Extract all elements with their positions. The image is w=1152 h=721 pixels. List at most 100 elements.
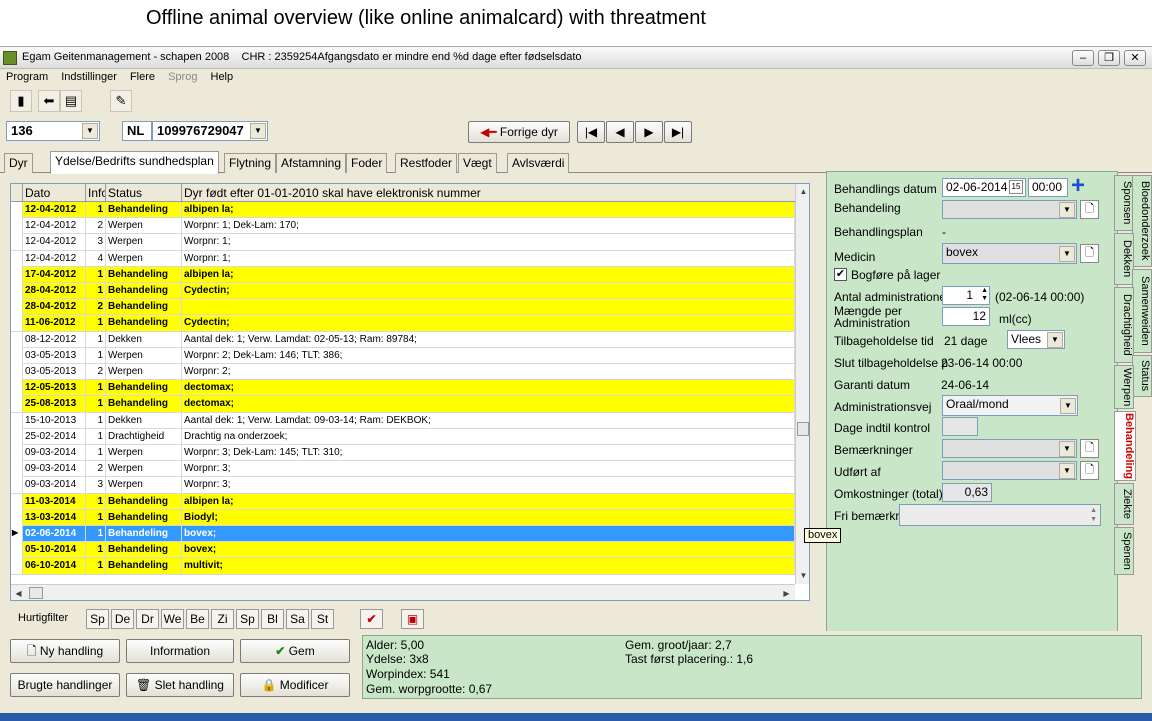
- vtab-drachtigheid[interactable]: Drachtigheid: [1114, 287, 1134, 363]
- document-icon[interactable]: 🗋: [1080, 439, 1099, 458]
- exit-door-icon[interactable]: ▮: [10, 90, 32, 112]
- next-record-button[interactable]: ▶: [635, 121, 663, 143]
- menu-sprog[interactable]: Sprog: [168, 71, 197, 83]
- hscroll-thumb[interactable]: [29, 587, 43, 599]
- bem-select[interactable]: ▼: [942, 439, 1077, 458]
- tab-restfoder[interactable]: Restfoder: [395, 153, 458, 173]
- tab-vaegt[interactable]: Vægt: [458, 153, 497, 173]
- dage-field[interactable]: [942, 417, 978, 436]
- table-row[interactable]: 28-04-2012 2 Behandeling: [11, 299, 795, 316]
- new-action-button[interactable]: 🗋 Ny handling: [10, 639, 120, 663]
- filter-sp2[interactable]: Sp: [236, 609, 259, 629]
- antal-spinner[interactable]: 1 ▲ ▼: [942, 286, 990, 305]
- filter-dr[interactable]: Dr: [136, 609, 159, 629]
- tab-ydelse[interactable]: Ydelse/Bedrifts sundhedsplan: [50, 151, 219, 174]
- col-header-status[interactable]: Status: [106, 184, 182, 202]
- omk-field[interactable]: 0,63: [942, 483, 992, 502]
- behandeling-select[interactable]: ▼: [942, 200, 1077, 219]
- maengde-field[interactable]: 12: [942, 307, 990, 326]
- table-row[interactable]: 12-05-2013 1 Behandeling dectomax;: [11, 380, 795, 397]
- prev-record-button[interactable]: ◀: [606, 121, 634, 143]
- table-row[interactable]: 09-03-2014 2 Werpen Worpnr: 3;: [11, 461, 795, 478]
- menu-help[interactable]: Help: [211, 71, 234, 83]
- tab-foder[interactable]: Foder: [346, 153, 388, 173]
- tab-afstamning[interactable]: Afstamning: [276, 153, 347, 173]
- add-icon[interactable]: +: [1071, 174, 1085, 198]
- vtab-werpen[interactable]: Werpen: [1114, 365, 1134, 409]
- table-row[interactable]: 28-04-2012 1 Behandeling Cydectin;: [11, 283, 795, 300]
- ear-number-combo[interactable]: 109976729047 ▼: [152, 121, 268, 141]
- time-field[interactable]: 00:00: [1028, 178, 1068, 197]
- tilbage-type-select[interactable]: Vlees ▼: [1007, 330, 1065, 349]
- table-row[interactable]: 03-05-2013 2 Werpen Worpnr: 2;: [11, 364, 795, 381]
- spinner-arrows-icon[interactable]: ▲ ▼: [981, 287, 988, 303]
- filter-st[interactable]: St: [311, 609, 334, 629]
- minimize-icon[interactable]: –: [1072, 50, 1094, 66]
- table-row[interactable]: 12-04-2012 2 Werpen Worpnr: 1; Dek-Lam: 170…: [11, 218, 795, 235]
- vtab-bloedonderzoek[interactable]: Bloedonderzoek: [1132, 175, 1152, 267]
- vtab-behandeling[interactable]: Behandeling: [1114, 411, 1136, 481]
- table-row[interactable]: 12-04-2012 4 Werpen Worpnr: 1;: [11, 250, 795, 267]
- chevron-down-icon[interactable]: ▼: [1059, 441, 1075, 457]
- vtab-status[interactable]: Status: [1132, 355, 1152, 397]
- chevron-down-icon[interactable]: ▼: [1047, 332, 1063, 348]
- table-row[interactable]: 17-04-2012 1 Behandeling albipen la;: [11, 266, 795, 283]
- filter-zi[interactable]: Zi: [211, 609, 234, 629]
- vtab-dekken[interactable]: Dekken: [1114, 233, 1134, 285]
- vertical-scrollbar[interactable]: ▲ ▼: [795, 184, 809, 584]
- chevron-down-icon[interactable]: ▼: [1059, 246, 1075, 262]
- back-arrow-icon[interactable]: ⬅: [38, 90, 60, 112]
- spinner-arrows-icon[interactable]: ▲ ▼: [1090, 506, 1097, 524]
- bogfore-checkbox[interactable]: ✔: [834, 268, 847, 281]
- checkmark-icon[interactable]: ✔: [360, 609, 383, 629]
- table-row[interactable]: 15-10-2013 1 Dekken Aantal dek: 1; Verw. La…: [11, 412, 795, 429]
- fri-textarea[interactable]: ▲ ▼: [899, 504, 1101, 526]
- tab-avlsvaerdi[interactable]: Avlsværdi: [507, 153, 570, 173]
- filter-de[interactable]: De: [111, 609, 134, 629]
- close-icon[interactable]: ✕: [1124, 50, 1146, 66]
- table-row[interactable]: 11-06-2012 1 Behandeling Cydectin;: [11, 315, 795, 332]
- scroll-thumb[interactable]: [797, 422, 809, 436]
- first-record-button[interactable]: |◀: [577, 121, 605, 143]
- chevron-down-icon[interactable]: ▼: [82, 123, 98, 139]
- calendar-icon[interactable]: 15: [1009, 180, 1023, 194]
- scroll-right-icon[interactable]: ▶: [779, 586, 794, 600]
- vtab-ziekte[interactable]: Ziekte: [1114, 483, 1134, 525]
- menu-indstillinger[interactable]: Indstillinger: [61, 71, 117, 83]
- chevron-down-icon[interactable]: ▼: [1060, 398, 1076, 414]
- country-code-field[interactable]: NL: [122, 121, 152, 141]
- delete-action-button[interactable]: 🗑 Slet handling: [126, 673, 234, 697]
- col-header-info[interactable]: Info: [86, 184, 106, 202]
- scroll-up-icon[interactable]: ▲: [796, 184, 809, 199]
- behandlings-datum-field[interactable]: 02-06-2014 15: [942, 178, 1026, 197]
- document-icon[interactable]: ▤: [60, 90, 82, 112]
- modify-button[interactable]: 🔒 Modificer: [240, 673, 350, 697]
- table-row[interactable]: 12-04-2012 3 Werpen Worpnr: 1;: [11, 234, 795, 251]
- last-record-button[interactable]: ▶|: [664, 121, 692, 143]
- tab-dyr[interactable]: Dyr: [4, 153, 33, 173]
- chevron-down-icon[interactable]: ▼: [1059, 202, 1075, 218]
- table-row[interactable]: 13-03-2014 1 Behandeling Biodyl;: [11, 509, 795, 526]
- menu-flere[interactable]: Flere: [130, 71, 155, 83]
- chevron-down-icon[interactable]: ▼: [1059, 463, 1075, 479]
- medicin-select[interactable]: bovex ▼: [942, 243, 1077, 264]
- table-row[interactable]: 06-10-2014 1 Behandeling multivit;: [11, 558, 795, 575]
- animal-number-combo[interactable]: 136 ▼: [6, 121, 100, 141]
- table-row[interactable]: 11-03-2014 1 Behandeling albipen la;: [11, 493, 795, 510]
- table-row[interactable]: 25-02-2014 1 Drachtigheid Drachtig na onder…: [11, 428, 795, 445]
- print-icon[interactable]: ▣: [401, 609, 424, 629]
- filter-sp[interactable]: Sp: [86, 609, 109, 629]
- scroll-left-icon[interactable]: ◀: [11, 586, 26, 600]
- previous-animal-button[interactable]: ◀━ Forrige dyr: [468, 121, 570, 143]
- col-header-description[interactable]: Dyr født efter 01-01-2010 skal have elek…: [182, 184, 795, 202]
- document-icon[interactable]: 🗋: [1080, 461, 1099, 480]
- maximize-icon[interactable]: ❐: [1098, 50, 1120, 66]
- document-icon[interactable]: 🗋: [1080, 244, 1099, 263]
- used-actions-button[interactable]: Brugte handlinger: [10, 673, 120, 697]
- document-icon[interactable]: 🗋: [1080, 200, 1099, 219]
- table-row[interactable]: 25-08-2013 1 Behandeling dectomax;: [11, 396, 795, 413]
- tab-flytning[interactable]: Flytning: [224, 153, 277, 173]
- table-row[interactable]: 03-05-2013 1 Werpen Worpnr: 2; Dek-Lam: 146…: [11, 347, 795, 364]
- table-row[interactable]: ▶ 02-06-2014 1 Behandeling bovex;: [11, 526, 795, 543]
- table-row[interactable]: 09-03-2014 1 Werpen Worpnr: 3; Dek-Lam: 145…: [11, 445, 795, 462]
